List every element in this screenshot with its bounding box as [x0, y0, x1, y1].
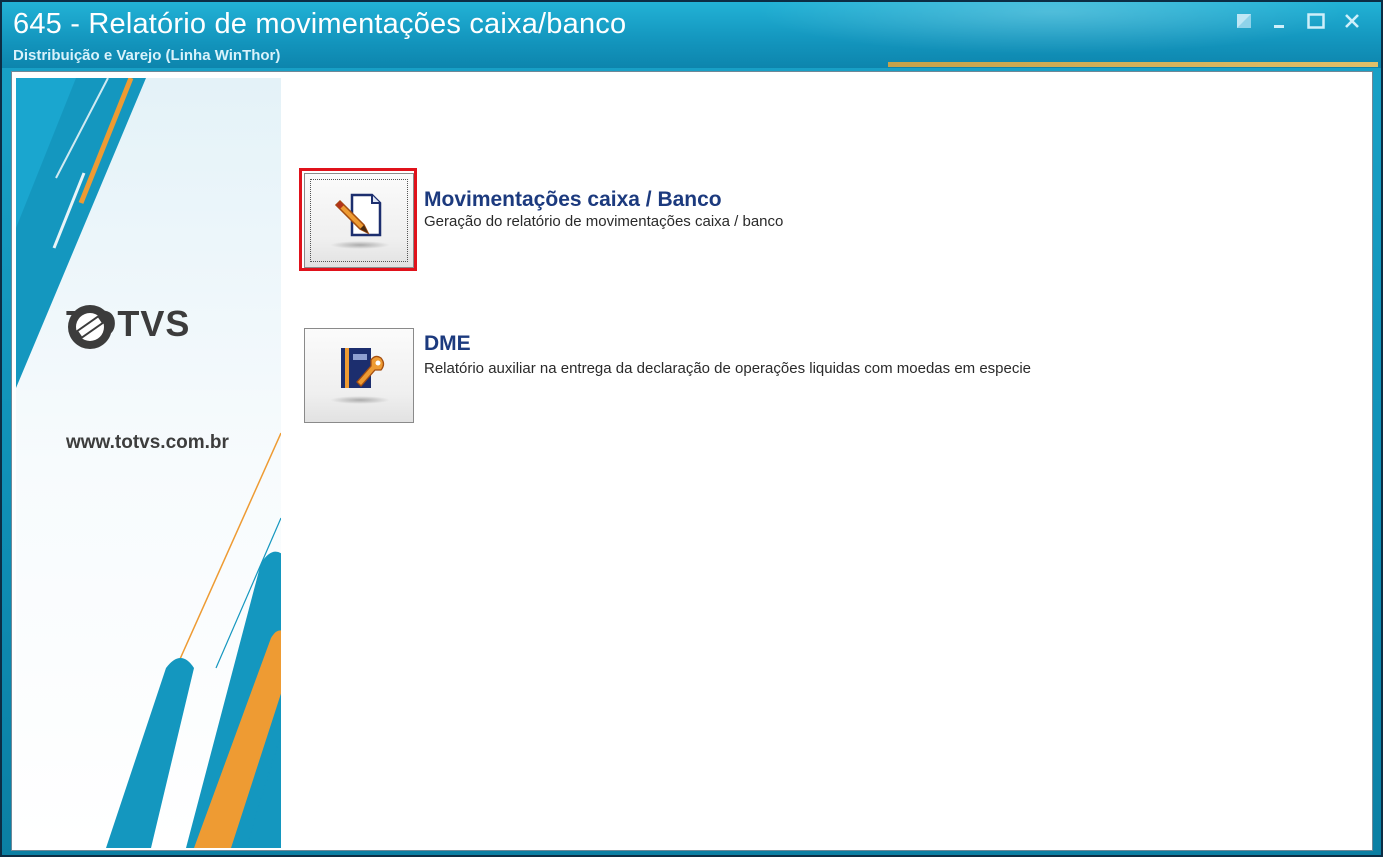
- item-desc-movimentacoes: Geração do relatório de movimentações ca…: [424, 213, 784, 230]
- item-title-movimentacoes[interactable]: Movimentações caixa / Banco: [424, 188, 722, 212]
- close-icon[interactable]: [1341, 10, 1363, 32]
- totvs-logo: TOTVS: [66, 303, 190, 349]
- maximize-icon[interactable]: [1305, 10, 1327, 32]
- totvs-logo-icon: [68, 305, 112, 349]
- restore-icon[interactable]: [1233, 10, 1255, 32]
- title-accent-line: [888, 62, 1378, 67]
- window-subtitle: Distribuição e Varejo (Linha WinThor): [13, 47, 281, 64]
- app-window: 645 - Relatório de movimentações caixa/b…: [0, 0, 1383, 857]
- book-tool-icon: [341, 347, 385, 388]
- item-title-dme[interactable]: DME: [424, 332, 471, 356]
- website-link: www.totvs.com.br: [66, 432, 229, 453]
- title-bar[interactable]: 645 - Relatório de movimentações caixa/b…: [2, 2, 1381, 68]
- window-controls: [1233, 10, 1363, 32]
- highlight-box: [299, 168, 417, 271]
- dme-button[interactable]: [304, 328, 414, 423]
- window-title: 645 - Relatório de movimentações caixa/b…: [13, 8, 627, 40]
- side-banner: TOTVS www.totvs.com.br: [16, 78, 281, 848]
- item-desc-dme: Relatório auxiliar na entrega da declara…: [424, 360, 1032, 377]
- main-content: TOTVS www.totvs.com.br Movimentações cai…: [11, 71, 1373, 851]
- minimize-icon[interactable]: [1269, 10, 1291, 32]
- banner-graphic: [16, 78, 281, 848]
